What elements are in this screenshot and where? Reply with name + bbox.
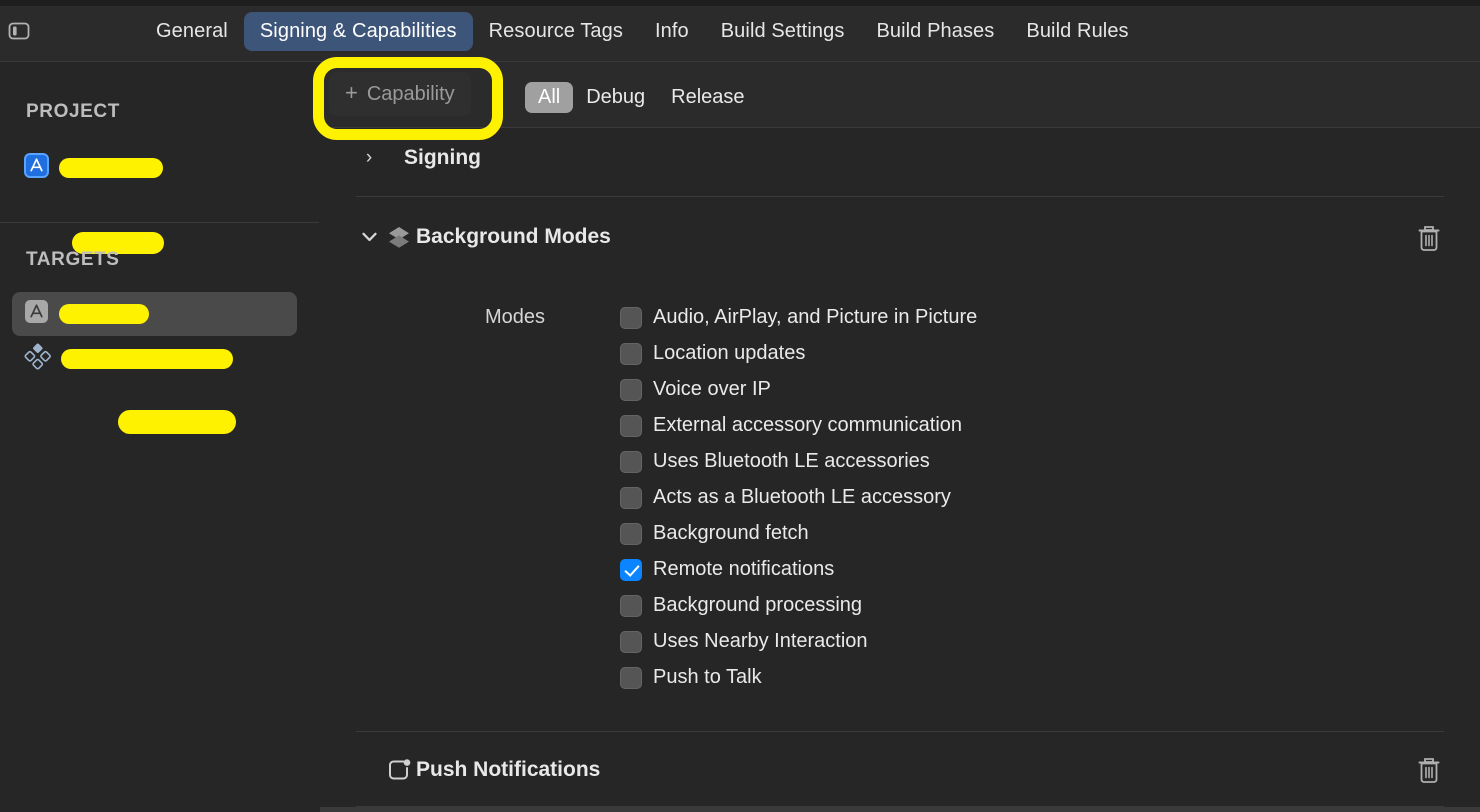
sidebar-divider xyxy=(0,222,319,223)
sidebar-toggle-icon[interactable] xyxy=(8,20,30,42)
mode-row-location-updates[interactable]: Location updates xyxy=(620,342,805,365)
project-section-header: PROJECT xyxy=(26,101,120,122)
checkbox-location-updates[interactable] xyxy=(620,342,642,365)
mode-label: External accessory communication xyxy=(653,414,963,436)
mode-label: Background processing xyxy=(653,594,863,616)
delete-push-notifications-button[interactable] xyxy=(1416,756,1442,786)
editor-tab-bar: General Signing & Capabilities Resource … xyxy=(0,0,1480,62)
section-divider-2 xyxy=(356,731,1444,732)
mode-row-audio-airplay[interactable]: Audio, AirPlay, and Picture in Picture xyxy=(620,306,977,329)
app-store-icon xyxy=(24,153,49,183)
tab-info[interactable]: Info xyxy=(639,12,705,51)
capability-background-modes[interactable]: Background Modes xyxy=(356,224,611,250)
filter-release[interactable]: Release xyxy=(658,82,757,113)
tab-build-settings[interactable]: Build Settings xyxy=(705,12,861,51)
xcode-project-editor: General Signing & Capabilities Resource … xyxy=(0,0,1480,812)
checkbox-voice-over-ip[interactable] xyxy=(620,378,642,401)
mode-row-push-to-talk[interactable]: Push to Talk xyxy=(620,666,762,689)
capabilities-toolbar: + Capability All Debug Release xyxy=(320,62,1480,128)
sidebar-item-target-extension[interactable] xyxy=(12,337,297,381)
mode-label: Push to Talk xyxy=(653,666,762,688)
capability-signing-title: Signing xyxy=(404,146,481,169)
mode-row-background-processing[interactable]: Background processing xyxy=(620,594,862,617)
mode-row-uses-bluetooth-le[interactable]: Uses Bluetooth LE accessories xyxy=(620,450,930,473)
tab-build-rules[interactable]: Build Rules xyxy=(1010,12,1144,51)
target-extension-redaction-extra xyxy=(118,410,236,434)
layers-icon xyxy=(382,224,416,250)
add-capability-button[interactable]: + Capability xyxy=(329,72,471,116)
project-navigator-sidebar: PROJECT TARGETS xyxy=(0,62,319,812)
delete-background-modes-button[interactable] xyxy=(1416,224,1442,254)
target-extension-name-redaction xyxy=(61,349,233,369)
mode-label: Acts as a Bluetooth LE accessory xyxy=(653,486,951,508)
mode-row-background-fetch[interactable]: Background fetch xyxy=(620,522,809,545)
plus-icon: + xyxy=(345,80,358,105)
tab-list: General Signing & Capabilities Resource … xyxy=(140,0,1145,62)
app-icon xyxy=(24,299,49,329)
tab-signing-capabilities[interactable]: Signing & Capabilities xyxy=(243,11,473,51)
checkbox-uses-bluetooth-le[interactable] xyxy=(620,450,642,473)
tab-resource-tags[interactable]: Resource Tags xyxy=(473,12,639,51)
sidebar-item-project[interactable] xyxy=(12,146,297,190)
mode-label: Audio, AirPlay, and Picture in Picture xyxy=(653,306,978,328)
checkbox-audio-airplay[interactable] xyxy=(620,306,642,329)
mode-label: Background fetch xyxy=(653,522,809,544)
mode-label: Voice over IP xyxy=(653,378,771,400)
capability-push-notifications[interactable]: Push Notifications xyxy=(382,756,600,784)
sidebar-item-target-app[interactable] xyxy=(12,292,297,336)
checkbox-acts-bluetooth-le[interactable] xyxy=(620,486,642,509)
modes-field-label: Modes xyxy=(484,306,545,328)
checkbox-external-accessory[interactable] xyxy=(620,414,642,437)
filter-all[interactable]: All xyxy=(525,82,574,113)
checkbox-nearby-interaction[interactable] xyxy=(620,630,642,653)
mode-row-external-accessory[interactable]: External accessory communication xyxy=(620,414,962,437)
capabilities-list: › Signing Background Modes Modes Audio, … xyxy=(320,128,1480,812)
tab-build-phases[interactable]: Build Phases xyxy=(860,12,1010,51)
mode-label: Location updates xyxy=(653,342,806,364)
chevron-down-icon[interactable] xyxy=(356,232,382,242)
target-app-name-redaction xyxy=(59,304,149,324)
mode-label: Uses Bluetooth LE accessories xyxy=(653,450,930,472)
checkbox-remote-notifications[interactable] xyxy=(620,558,642,581)
mode-row-voice-over-ip[interactable]: Voice over IP xyxy=(620,378,771,401)
tab-general[interactable]: General xyxy=(140,12,244,51)
extension-diamonds-icon xyxy=(24,343,51,375)
project-name-redaction xyxy=(59,158,163,178)
capability-background-modes-title: Background Modes xyxy=(416,225,611,248)
checkbox-background-fetch[interactable] xyxy=(620,522,642,545)
add-capability-label: Capability xyxy=(366,82,455,105)
build-config-filter: All Debug Release xyxy=(525,82,758,113)
filter-debug[interactable]: Debug xyxy=(573,82,658,113)
mode-row-acts-bluetooth-le[interactable]: Acts as a Bluetooth LE accessory xyxy=(620,486,951,509)
targets-section-header: TARGETS xyxy=(26,249,120,270)
mode-label: Uses Nearby Interaction xyxy=(653,630,868,652)
horizontal-scrollbar[interactable] xyxy=(320,807,1480,812)
section-divider-1 xyxy=(356,196,1444,197)
mode-row-remote-notifications[interactable]: Remote notifications xyxy=(620,558,834,581)
capability-signing[interactable]: › Signing xyxy=(356,146,481,170)
chevron-right-icon[interactable]: › xyxy=(356,147,382,169)
mode-label: Remote notifications xyxy=(653,558,835,580)
push-notification-icon xyxy=(382,756,416,784)
capability-push-notifications-title: Push Notifications xyxy=(416,758,601,781)
mode-row-nearby-interaction[interactable]: Uses Nearby Interaction xyxy=(620,630,868,653)
checkbox-push-to-talk[interactable] xyxy=(620,666,642,689)
checkbox-background-processing[interactable] xyxy=(620,594,642,617)
